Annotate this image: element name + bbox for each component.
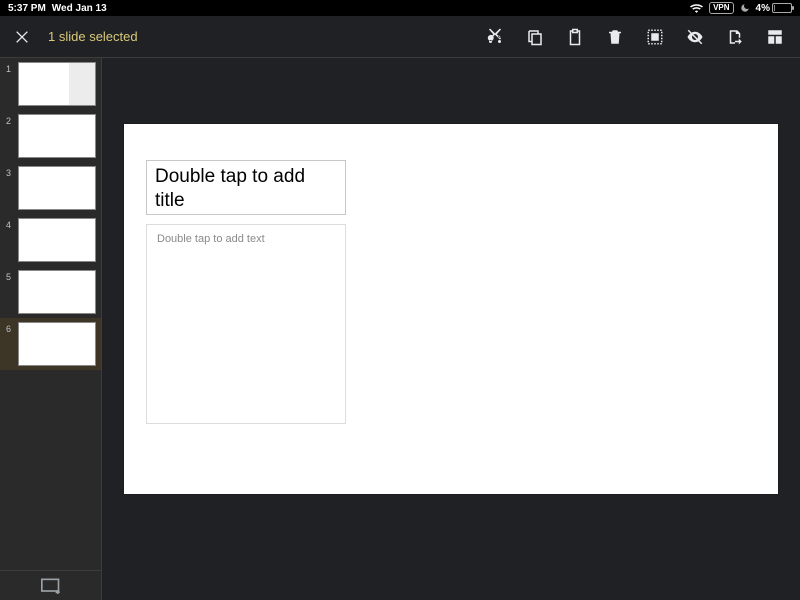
copy-button[interactable]	[524, 26, 546, 48]
slide-thumbnail-list[interactable]: 1 2 3 4 5 6	[0, 58, 101, 570]
status-date: Wed Jan 13	[52, 3, 107, 14]
body-placeholder[interactable]: Double tap to add text	[146, 224, 346, 424]
slide-number: 5	[6, 270, 14, 282]
main-area: 1 2 3 4 5 6	[0, 58, 800, 600]
selection-status: 1 slide selected	[48, 29, 138, 44]
slide-thumbnail[interactable]: 4	[0, 214, 101, 266]
slide-preview	[18, 218, 96, 262]
device-statusbar: 5:37 PM Wed Jan 13 VPN 4%	[0, 0, 800, 16]
slide-thumbnail[interactable]: 2	[0, 110, 101, 162]
slide-preview	[18, 322, 96, 366]
slide-thumbnail-panel: 1 2 3 4 5 6	[0, 58, 102, 600]
slide-editor[interactable]: Double tap to add title Double tap to ad…	[102, 58, 800, 600]
slide-preview	[18, 166, 96, 210]
vpn-badge: VPN	[709, 2, 733, 14]
cut-button[interactable]	[484, 26, 506, 48]
slide-thumbnail[interactable]: 1	[0, 58, 101, 110]
slide-number: 3	[6, 166, 14, 178]
battery-indicator: 4%	[756, 3, 792, 14]
paste-button[interactable]	[564, 26, 586, 48]
hide-button[interactable]	[684, 26, 706, 48]
slide-thumbnail[interactable]: 3	[0, 162, 101, 214]
app-toolbar: 1 slide selected	[0, 16, 800, 58]
current-slide[interactable]: Double tap to add title Double tap to ad…	[124, 124, 778, 494]
slide-thumbnail[interactable]: 6	[0, 318, 101, 370]
thumbnail-footer	[0, 570, 101, 600]
slide-thumbnail[interactable]: 5	[0, 266, 101, 318]
battery-percent: 4%	[756, 3, 770, 14]
slide-preview	[18, 114, 96, 158]
status-time: 5:37 PM	[8, 3, 46, 14]
select-all-button[interactable]	[644, 26, 666, 48]
title-placeholder[interactable]: Double tap to add title	[146, 160, 346, 215]
layout-button[interactable]	[764, 26, 786, 48]
moon-icon	[740, 3, 750, 13]
slide-preview	[18, 270, 96, 314]
close-button[interactable]	[10, 25, 34, 49]
new-slide-button[interactable]	[41, 578, 61, 594]
delete-button[interactable]	[604, 26, 626, 48]
slide-preview	[18, 62, 96, 106]
slide-number: 4	[6, 218, 14, 230]
slide-number: 2	[6, 114, 14, 126]
slide-number: 1	[6, 62, 14, 74]
slide-number: 6	[6, 322, 14, 334]
import-button[interactable]	[724, 26, 746, 48]
wifi-icon	[690, 3, 703, 13]
